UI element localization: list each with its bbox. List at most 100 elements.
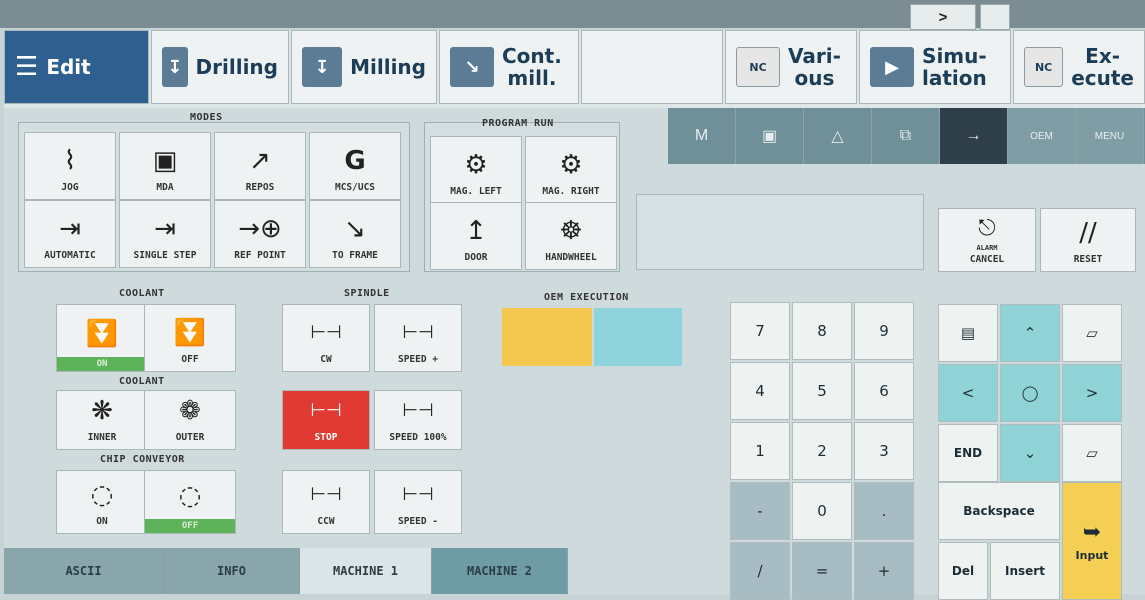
tap-icon: ⏬	[85, 319, 119, 349]
tab-diagnostics[interactable]: →	[940, 108, 1008, 164]
spindle-speed-minus-button[interactable]: ⊢⊣ SPEED -	[374, 470, 462, 534]
blank-softkey[interactable]	[980, 4, 1010, 30]
softkey-edit[interactable]: ☰ Edit	[4, 30, 149, 104]
key-decimal[interactable]: .	[854, 482, 914, 540]
key-1[interactable]: 1	[730, 422, 790, 480]
button-label: CW	[320, 354, 332, 365]
spindle-icon: ⊢⊣	[402, 484, 434, 505]
tab-program[interactable]: △	[804, 108, 872, 164]
tab-menu[interactable]: MENU	[1076, 108, 1144, 164]
window-icon: ▤	[960, 324, 976, 342]
key-6[interactable]: 6	[854, 362, 914, 420]
handwheel-button[interactable]: ☸ HANDWHEEL	[525, 202, 617, 270]
tab-machine-m[interactable]: M	[668, 108, 736, 164]
softkey-execute[interactable]: NC Ex-ecute	[1013, 30, 1145, 104]
mda-icon: ▣	[152, 146, 178, 176]
softkey-simulation[interactable]: ▶ Simu-lation	[859, 30, 1011, 104]
key-4[interactable]: 4	[730, 362, 790, 420]
ref-point-button[interactable]: →⊕ REF POINT	[214, 200, 306, 268]
end-key[interactable]: END	[938, 424, 998, 482]
magazine-left-button[interactable]: ⚙ MAG. LEFT	[430, 136, 522, 204]
jog-icon: ⌇	[63, 146, 77, 176]
coolant-off-button[interactable]: ⏬ OFF	[144, 304, 236, 372]
softkey-contour-milling[interactable]: ↘ Cont. mill.	[439, 30, 579, 104]
button-label: OUTER	[175, 432, 205, 443]
key-5[interactable]: 5	[792, 362, 852, 420]
outer-coolant-icon: ❁	[179, 396, 201, 426]
coolant-outer-button[interactable]: ❁ OUTER	[144, 390, 236, 450]
cursor-left-key[interactable]: <	[938, 364, 998, 422]
spindle-icon: ⊢⊣	[310, 484, 342, 505]
machine-control-panel: MODES ⌇ JOG ▣ MDA ↗ REPOS G MCS/UCS ⇥ AUTOMAT…	[4, 108, 1145, 600]
spindle-cw-button[interactable]: ⊢⊣ CW	[282, 304, 370, 372]
key-slash[interactable]: /	[730, 542, 790, 600]
button-label: JOG	[61, 182, 79, 193]
key-3[interactable]: 3	[854, 422, 914, 480]
window-select-key[interactable]: ▤	[938, 304, 998, 362]
spindle-stop-button[interactable]: ⊢⊣ STOP	[282, 390, 370, 450]
softkey-drilling[interactable]: ↧ Drilling	[151, 30, 289, 104]
tab-machine-2[interactable]: MACHINE 2	[432, 548, 568, 594]
automatic-icon: ⇥	[59, 214, 81, 244]
alarm-text: ALARM	[976, 244, 998, 252]
cursor-right-key[interactable]: >	[1062, 364, 1122, 422]
key-8[interactable]: 8	[792, 302, 852, 360]
oem-execution-button-1[interactable]	[502, 308, 592, 366]
tab-info[interactable]: INFO	[164, 548, 300, 594]
key-0[interactable]: 0	[792, 482, 852, 540]
page-down-key[interactable]: ▱	[1062, 424, 1122, 482]
spindle-speed-plus-button[interactable]: ⊢⊣ SPEED +	[374, 304, 462, 372]
single-step-icon: ⇥	[154, 214, 176, 244]
spindle-speed-100-button[interactable]: ⊢⊣ SPEED 100%	[374, 390, 462, 450]
to-frame-button[interactable]: ↘ TO FRAME	[309, 200, 401, 268]
machine-area-tabs: M ▣ △ ⧉ → OEM MENU	[668, 108, 1145, 164]
key-2[interactable]: 2	[792, 422, 852, 480]
softkey-label-line1: Vari-	[788, 44, 841, 68]
coolant-title: COOLANT	[119, 288, 165, 299]
insert-key[interactable]: Insert	[990, 542, 1060, 600]
door-button[interactable]: ↥ DOOR	[430, 202, 522, 270]
mcs-ucs-button[interactable]: G MCS/UCS	[309, 132, 401, 200]
key-plus[interactable]: +	[854, 542, 914, 600]
jog-button[interactable]: ⌇ JOG	[24, 132, 116, 200]
automatic-button[interactable]: ⇥ AUTOMATIC	[24, 200, 116, 268]
spindle-ccw-button[interactable]: ⊢⊣ CCW	[282, 470, 370, 534]
softkey-empty[interactable]	[581, 30, 723, 104]
key-9[interactable]: 9	[854, 302, 914, 360]
tab-ascii[interactable]: ASCII	[4, 548, 164, 594]
more-softkeys-button[interactable]: >	[910, 4, 976, 30]
chip-conveyor-off-button[interactable]: ◌ OFF	[144, 470, 236, 534]
repos-button[interactable]: ↗ REPOS	[214, 132, 306, 200]
alarm-cancel-button[interactable]: ⎋ ALARM CANCEL	[938, 208, 1036, 272]
button-label: CCW	[317, 516, 335, 527]
mda-button[interactable]: ▣ MDA	[119, 132, 211, 200]
select-key[interactable]: ◯	[1000, 364, 1060, 422]
cursor-up-key[interactable]: ⌃	[1000, 304, 1060, 362]
softkey-various[interactable]: NC Vari-ous	[725, 30, 857, 104]
door-icon: ↥	[465, 216, 487, 246]
tab-parameter[interactable]: ▣	[736, 108, 804, 164]
cursor-down-key[interactable]: ⌄	[1000, 424, 1060, 482]
input-key[interactable]: ➥ Input	[1062, 482, 1122, 600]
oem-execution-button-2[interactable]	[594, 308, 682, 366]
softkey-milling[interactable]: ↧ Milling	[291, 30, 437, 104]
oem-execution-title: OEM EXECUTION	[544, 292, 629, 303]
coolant-on-button[interactable]: ⏬ ON	[56, 304, 148, 372]
delete-key[interactable]: Del	[938, 542, 988, 600]
button-label: ON	[96, 516, 108, 527]
key-minus[interactable]: -	[730, 482, 790, 540]
reset-button[interactable]: // RESET	[1040, 208, 1136, 272]
key-equals[interactable]: =	[792, 542, 852, 600]
backspace-key[interactable]: Backspace	[938, 482, 1060, 540]
page-up-key[interactable]: ▱	[1062, 304, 1122, 362]
tab-machine-1[interactable]: MACHINE 1	[300, 548, 432, 594]
coolant-inner-button[interactable]: ❋ INNER	[56, 390, 148, 450]
chip-conveyor-on-button[interactable]: ◌ ON	[56, 470, 148, 534]
on-indicator: ON	[57, 357, 147, 371]
contour-mill-icon: ↘	[450, 47, 494, 87]
single-step-button[interactable]: ⇥ SINGLE STEP	[119, 200, 211, 268]
magazine-right-button[interactable]: ⚙ MAG. RIGHT	[525, 136, 617, 204]
key-7[interactable]: 7	[730, 302, 790, 360]
tab-oem[interactable]: OEM	[1008, 108, 1076, 164]
tab-program-manager[interactable]: ⧉	[872, 108, 940, 164]
